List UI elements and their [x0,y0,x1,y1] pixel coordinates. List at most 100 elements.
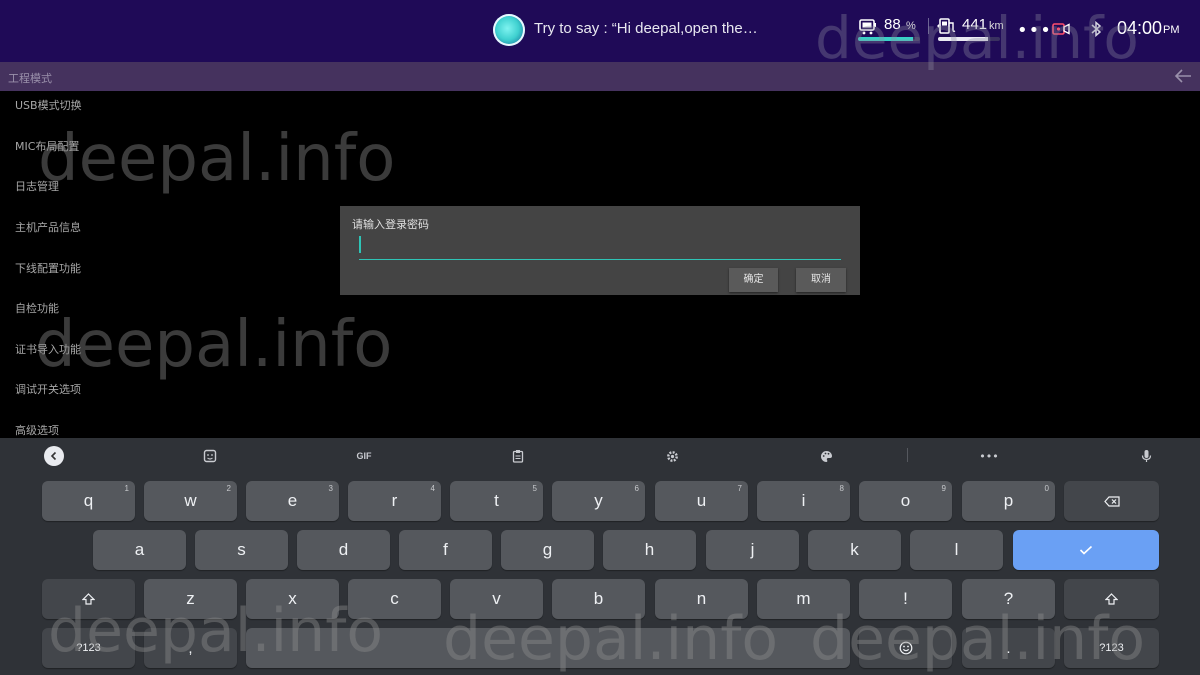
range-level-bar [938,37,1000,41]
key-v[interactable]: v [450,579,543,619]
voice-assistant-hint[interactable]: Try to say : “Hi deepal,open the… [534,20,758,37]
key-hint: 4 [430,484,435,493]
key-s[interactable]: s [195,530,288,570]
clock-time: 04:00 [1117,18,1163,38]
gif-icon[interactable]: GIF [350,445,378,467]
key-enter[interactable] [1013,530,1159,570]
key-m[interactable]: m [757,579,850,619]
menu-item-debug-switches[interactable]: 调试开关选项 [15,381,81,397]
key-e[interactable]: e3 [246,481,339,521]
back-arrow-icon[interactable] [1174,68,1192,84]
key-d[interactable]: d [297,530,390,570]
collapse-icon[interactable] [44,446,64,466]
text-caret [359,236,361,253]
key-hint: 8 [839,484,844,493]
key-a[interactable]: a [93,530,186,570]
key-symbols-left[interactable]: ?123 [42,628,135,668]
menu-item-advanced-options[interactable]: 高级选项 [15,422,59,438]
key-label: q [83,491,94,510]
key-shift-right[interactable] [1064,579,1159,619]
key-shift-left[interactable] [42,579,135,619]
menu-item-self-check[interactable]: 自检功能 [15,300,59,316]
key-comma[interactable]: , [144,628,237,668]
key-w[interactable]: w2 [144,481,237,521]
menu-item-mic-layout[interactable]: MIC布局配置 [15,138,79,154]
key-hint: 5 [532,484,537,493]
key-g[interactable]: g [501,530,594,570]
password-input[interactable] [359,234,841,260]
cancel-button[interactable]: 取消 [796,268,846,292]
menu-item-cert-import[interactable]: 证书导入功能 [15,341,81,357]
shift-icon [1105,593,1118,605]
more-options-icon[interactable]: ••• [979,445,998,467]
key-f[interactable]: f [399,530,492,570]
key-hint: 0 [1044,484,1049,493]
password-dialog: 请输入登录密码 确定 取消 [340,206,860,295]
app-title-bar: 工程模式 [0,62,1200,91]
page-title: 工程模式 [8,72,52,85]
key-period[interactable]: . [962,628,1055,668]
mic-icon[interactable] [1137,445,1155,467]
key-label: w [184,491,197,510]
battery-car-icon [859,19,876,35]
checkmark-icon [1079,545,1093,555]
palette-icon[interactable] [817,445,835,467]
key-i[interactable]: i8 [757,481,850,521]
dialog-title: 请输入登录密码 [352,218,429,231]
key-p[interactable]: p0 [962,481,1055,521]
menu-item-offline-config[interactable]: 下线配置功能 [15,260,81,276]
shift-icon [82,593,95,605]
clock-ampm: PM [1163,24,1180,36]
confirm-button[interactable]: 确定 [729,268,778,292]
key-space[interactable] [246,628,850,668]
key-label: e [287,491,298,510]
key-hint: 1 [124,484,129,493]
key-u[interactable]: u7 [655,481,748,521]
key-k[interactable]: k [808,530,901,570]
key-n[interactable]: n [655,579,748,619]
key-label: u [696,491,707,510]
key-exclamation[interactable]: ! [859,579,952,619]
voice-assistant-icon[interactable] [493,14,525,46]
menu-item-product-info[interactable]: 主机产品信息 [15,219,81,235]
menu-item-usb-mode[interactable]: USB模式切换 [15,97,82,113]
range-unit: km [989,20,1004,32]
key-y[interactable]: y6 [552,481,645,521]
key-r[interactable]: r4 [348,481,441,521]
key-o[interactable]: o9 [859,481,952,521]
status-bar: Try to say : “Hi deepal,open the… 88 % 4… [0,0,1200,62]
key-hint: 3 [328,484,333,493]
key-j[interactable]: j [706,530,799,570]
key-c[interactable]: c [348,579,441,619]
key-emoji[interactable] [859,628,952,668]
key-l[interactable]: l [910,530,1003,570]
key-x[interactable]: x [246,579,339,619]
dashcam-icon[interactable] [1052,22,1070,36]
fuel-range-icon [937,18,956,34]
key-question[interactable]: ? [962,579,1055,619]
emoji-icon [899,641,912,655]
bluetooth-icon[interactable] [1089,20,1103,38]
watermark: deepal.info [35,308,393,382]
key-backspace[interactable] [1064,481,1159,521]
key-hint: 2 [226,484,231,493]
key-q[interactable]: q1 [42,481,135,521]
clipboard-icon[interactable] [509,445,527,467]
more-icon[interactable]: ••• [1017,20,1052,41]
key-z[interactable]: z [144,579,237,619]
sticker-icon[interactable] [200,445,220,467]
key-symbols-right[interactable]: ?123 [1064,628,1159,668]
battery-percent: 88 [884,16,901,33]
key-h[interactable]: h [603,530,696,570]
settings-icon[interactable] [663,445,681,467]
soft-keyboard: GIF ••• q1 w2 e3 r4 t5 y6 u7 i8 o9 p0 a … [0,438,1200,675]
battery-unit: % [906,20,916,32]
key-t[interactable]: t5 [450,481,543,521]
toolbar-divider [907,448,908,462]
key-b[interactable]: b [552,579,645,619]
key-label: o [900,491,911,510]
status-divider [928,18,929,34]
key-label: i [801,491,806,510]
key-label: y [594,491,603,510]
menu-item-log-management[interactable]: 日志管理 [15,178,59,194]
